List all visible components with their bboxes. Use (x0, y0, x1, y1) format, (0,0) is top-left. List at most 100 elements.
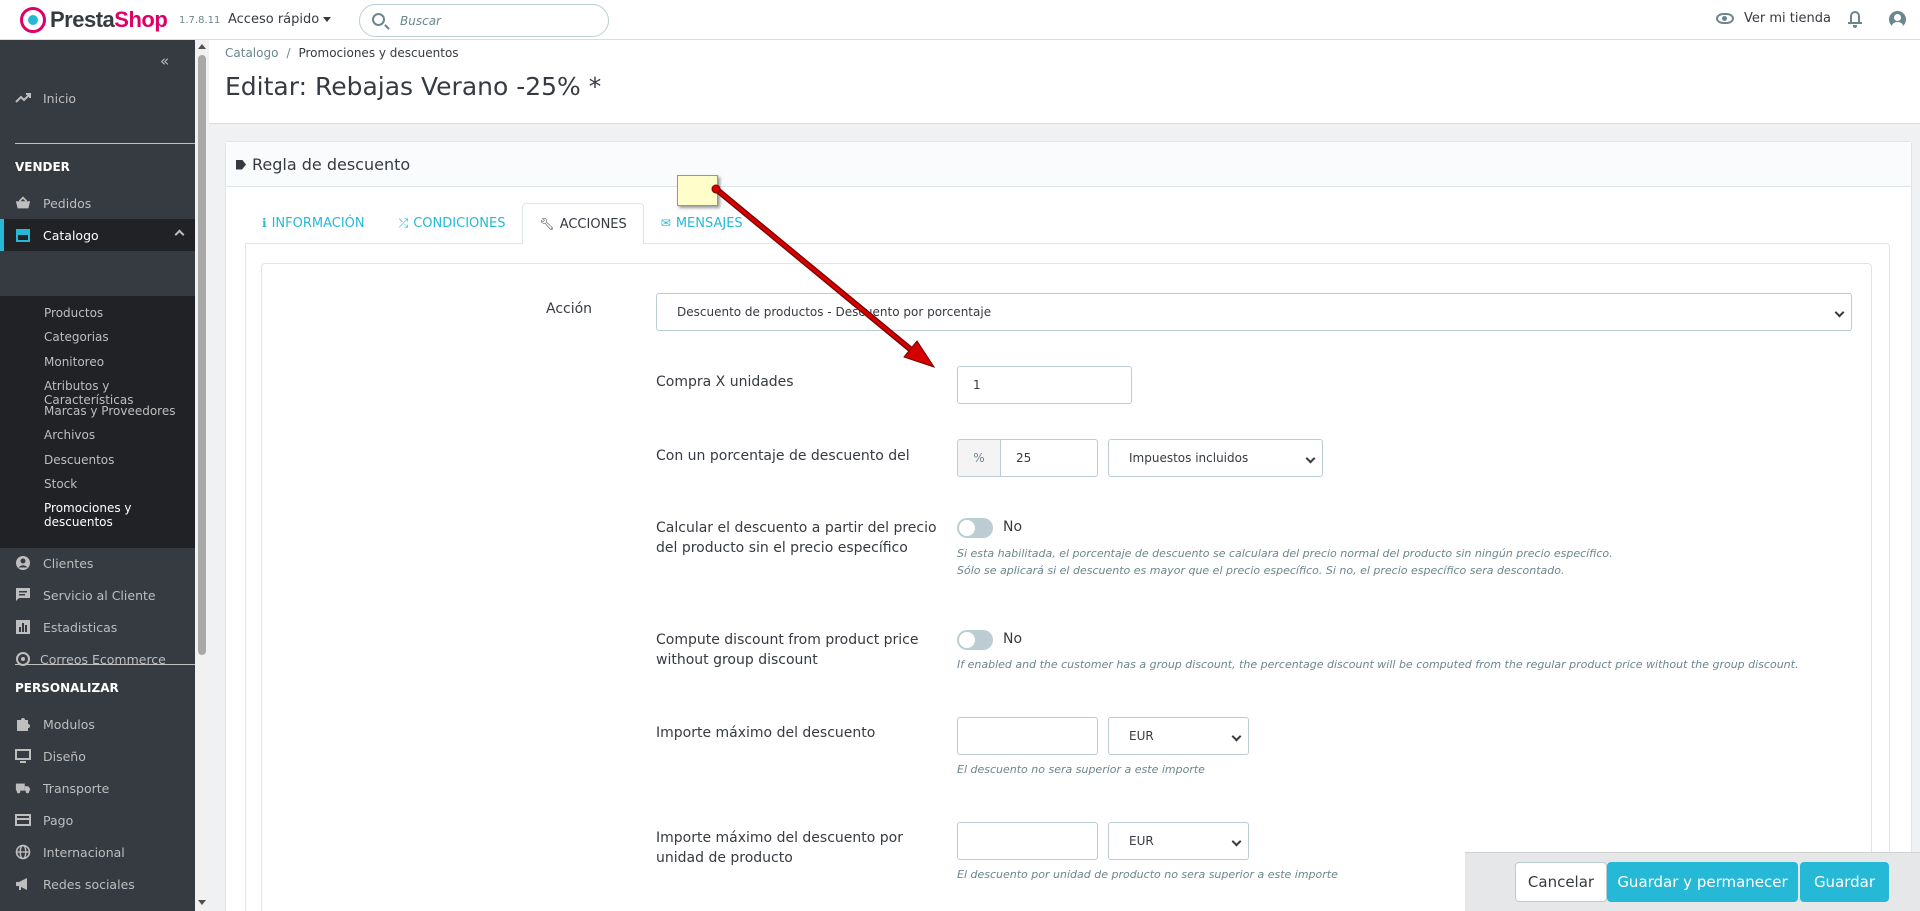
sidebar-item-customer-service[interactable]: Servicio al Cliente (0, 579, 195, 611)
search-icon[interactable] (372, 13, 385, 26)
prestashop-logo-icon (20, 7, 46, 33)
max-amount-help-text: El descuento no sera superior a este imp… (957, 763, 1205, 776)
globe-icon (15, 844, 31, 860)
max-amount-input[interactable] (957, 717, 1098, 755)
action-label: Acción (546, 301, 593, 317)
logo-word-presta: Presta (50, 7, 115, 32)
submenu-item-attributes[interactable]: Atributos y Características (44, 379, 195, 407)
sidebar-item-customers[interactable]: Clientes (0, 547, 195, 579)
group-discount-switch[interactable] (957, 630, 993, 650)
search-input[interactable] (400, 11, 600, 31)
sidebar-item-label: Estadisticas (43, 619, 118, 635)
eye-icon (1716, 13, 1734, 24)
sidebar-divider (15, 664, 195, 665)
basket-icon (15, 195, 31, 211)
sidebar-item-design[interactable]: Diseño (0, 740, 195, 772)
submenu-item-products[interactable]: Productos (44, 306, 103, 320)
submenu-item-monitoring[interactable]: Monitoreo (44, 355, 104, 369)
sidebar-item-label: Inicio (43, 90, 77, 106)
submenu-item-files[interactable]: Archivos (44, 428, 95, 442)
sidebar-item-label: Modulos (43, 716, 95, 732)
page-scrollbar-thumb[interactable] (198, 55, 206, 655)
save-button[interactable]: Guardar (1800, 862, 1889, 902)
tab-messages[interactable]: ✉ MENSAJES (644, 202, 760, 243)
catalog-submenu: Productos Categorias Monitoreo Atributos… (0, 296, 195, 548)
cancel-button[interactable]: Cancelar (1515, 862, 1607, 902)
sidebar-item-label: Pago (43, 812, 74, 828)
breadcrumb-current[interactable]: Promociones y descuentos (298, 46, 458, 60)
max-amount-currency-select[interactable]: EUR (1108, 717, 1249, 755)
sidebar-item-label: Catalogo (43, 227, 99, 243)
wrench-icon: 🔧︎ (539, 217, 555, 231)
max-unit-amount-input[interactable] (957, 822, 1098, 860)
submenu-item-discounts[interactable]: Descuentos (44, 453, 114, 467)
tax-select[interactable]: Impuestos incluidos (1108, 439, 1323, 477)
panel-title: Regla de descuento (236, 155, 410, 174)
chevron-down-icon (1834, 307, 1845, 318)
collapse-sidebar-icon[interactable]: « (160, 52, 169, 70)
tab-actions[interactable]: 🔧︎ ACCIONES (522, 203, 644, 244)
discount-percent-input[interactable] (1000, 439, 1098, 477)
submenu-item-promotions[interactable]: Promociones y descuentos (44, 501, 132, 529)
caret-down-icon (323, 17, 332, 22)
save-and-stay-button[interactable]: Guardar y permanecer (1607, 862, 1798, 902)
view-store-label: Ver mi tienda (1744, 11, 1831, 26)
monitor-icon (15, 748, 31, 764)
buy-units-input[interactable] (957, 366, 1132, 404)
actions-form-container (261, 263, 1872, 911)
submenu-item-brands[interactable]: Marcas y Proveedores (44, 404, 175, 418)
sidebar-item-home[interactable]: Inicio (0, 82, 195, 114)
scroll-up-arrow-icon[interactable] (198, 44, 206, 49)
panel-title-text: Regla de descuento (252, 155, 411, 174)
chevron-down-icon (1231, 731, 1242, 742)
sidebar-item-shipping[interactable]: Transporte (0, 772, 195, 804)
credit-card-icon (15, 812, 31, 828)
switch-knob (959, 520, 975, 536)
group-discount-help-text: If enabled and the customer has a group … (957, 658, 1799, 671)
discount-percent-label: Con un porcentaje de descuento del (656, 448, 910, 464)
sidebar-item-stats[interactable]: Estadisticas (0, 611, 195, 643)
sidebar-item-ecommerce-mail[interactable]: Correos Ecommerce (0, 643, 195, 675)
sidebar-item-label: Transporte (43, 780, 110, 796)
scroll-down-arrow-icon[interactable] (198, 900, 206, 905)
calc-without-specific-switch[interactable] (957, 518, 993, 538)
sidebar-item-payment[interactable]: Pago (0, 804, 195, 836)
bar-chart-icon (15, 619, 31, 635)
submenu-item-stock[interactable]: Stock (44, 477, 77, 491)
top-header: PrestaShop 1.7.8.11 Acceso rápido Ver mi… (0, 0, 1920, 40)
logo-word-shop: Shop (114, 7, 168, 32)
switch-knob (959, 632, 975, 648)
sidebar-item-catalog[interactable]: Catalogo (0, 219, 195, 251)
submenu-item-categories[interactable]: Categorias (44, 330, 109, 344)
max-unit-amount-help-text: El descuento por unidad de producto no s… (957, 868, 1338, 881)
group-discount-label: Compute discount from product price witho… (656, 632, 919, 668)
chevron-down-icon (1305, 453, 1316, 464)
tab-conditions[interactable]: ⤮ CONDICIONES (382, 202, 523, 243)
sidebar-item-orders[interactable]: Pedidos (0, 187, 195, 219)
breadcrumb-link-catalog[interactable]: Catalogo (225, 46, 278, 60)
max-unit-currency-select[interactable]: EUR (1108, 822, 1249, 860)
sidebar-item-modules[interactable]: Modulos (0, 708, 195, 740)
tab-information[interactable]: ℹ INFORMACIÓN (245, 202, 382, 243)
info-icon: ℹ (262, 216, 267, 230)
panel-header: Regla de descuento (226, 142, 1911, 187)
notifications-bell-icon[interactable] (1848, 11, 1862, 28)
chevron-up-icon[interactable] (174, 229, 185, 240)
megaphone-icon (15, 876, 31, 892)
sidebar-item-label: Diseño (43, 748, 86, 764)
view-store-link[interactable]: Ver mi tienda (1716, 11, 1831, 26)
user-account-icon[interactable] (1889, 11, 1906, 28)
sidebar-section-customize: PERSONALIZAR (15, 681, 119, 695)
sidebar-item-social[interactable]: Redes sociales (0, 868, 195, 900)
calc-switch-value: No (1003, 519, 1023, 535)
sidebar-item-international[interactable]: Internacional (0, 836, 195, 868)
store-icon (15, 227, 31, 243)
quick-access-dropdown[interactable]: Acceso rápido (228, 12, 332, 27)
breadcrumb: Catalogo / Promociones y descuentos (225, 46, 459, 60)
sidebar-section-sell: VENDER (15, 160, 70, 174)
action-select[interactable]: Descuento de productos - Descuento por p… (656, 293, 1852, 331)
envelope-icon: ✉ (660, 216, 671, 230)
search-box[interactable] (359, 4, 609, 37)
group-switch-value: No (1003, 631, 1023, 647)
prestashop-logo[interactable]: PrestaShop (20, 7, 168, 33)
